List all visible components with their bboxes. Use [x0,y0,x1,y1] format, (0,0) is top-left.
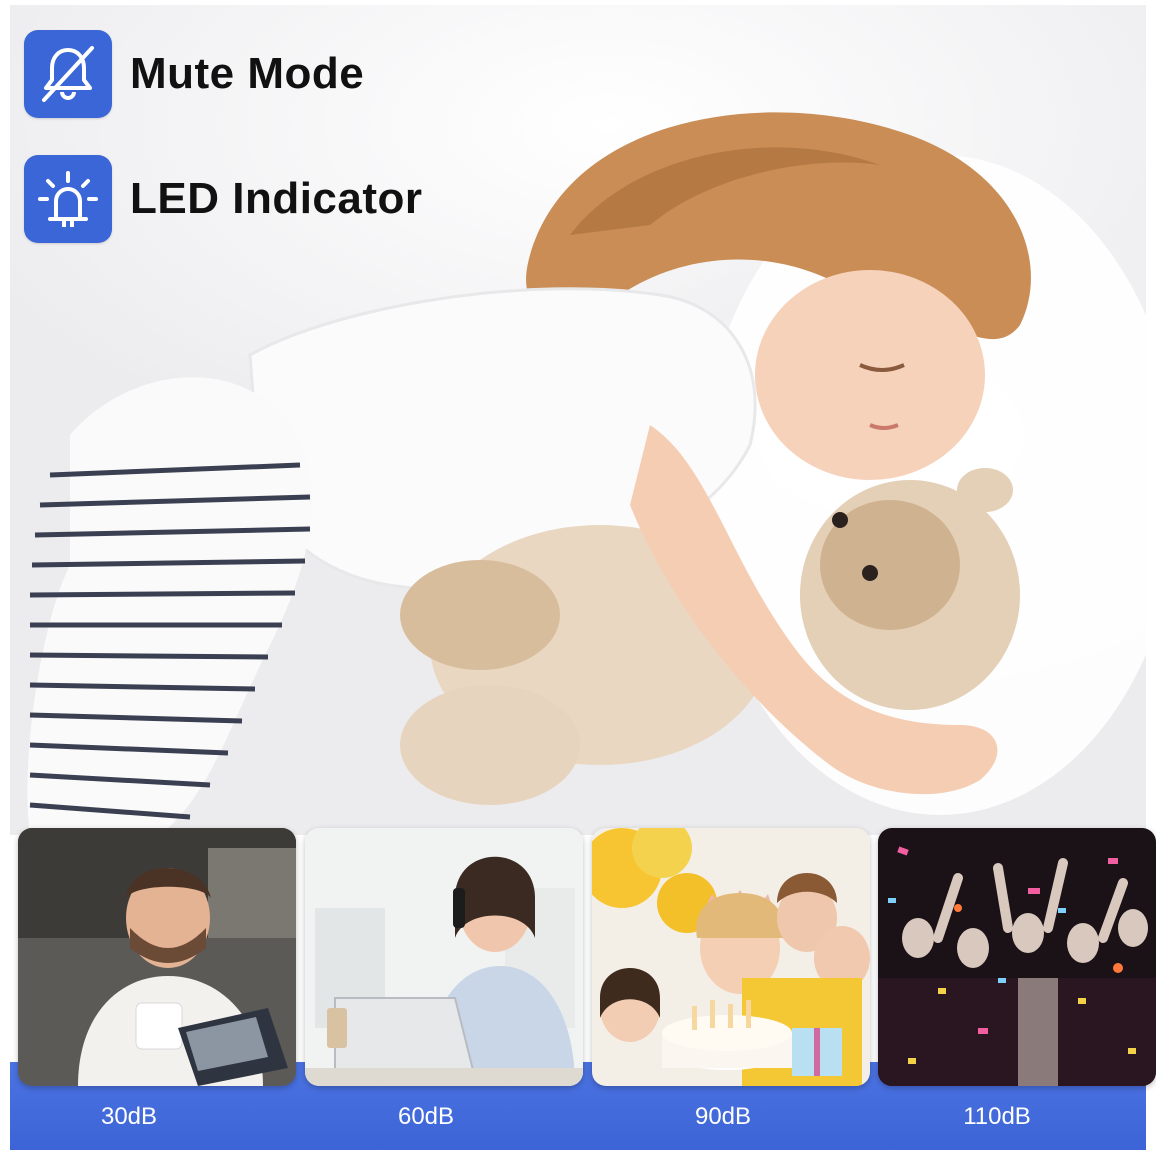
photo-birthday-party [592,828,870,1086]
noise-level-label-60db: 60dB [397,1103,455,1130]
feature-led-indicator: LED Indicator [24,155,423,243]
photo-man-reading [18,828,296,1086]
photo-party-confetti [878,828,1156,1086]
product-image: Mute Mode LED Indicator 30dB 60dB 90dB 1… [0,0,1156,1152]
feature-label-mute-mode: Mute Mode [130,49,365,98]
sleeping-child-illustration [27,112,1146,835]
noise-tile-30db [18,828,296,1086]
noise-tile-60db [305,828,583,1086]
feature-label-led-indicator: LED Indicator [130,174,423,223]
photo-woman-phone-laptop [305,828,583,1086]
feature-mute-mode: Mute Mode [24,30,364,118]
noise-level-label-30db: 30dB [100,1103,158,1130]
noise-tile-90db [592,828,870,1086]
hero-photo-sleeping-child [10,5,1146,835]
alarm-light-icon [24,155,112,243]
noise-tile-110db [878,828,1156,1086]
noise-level-label-110db: 110dB [963,1103,1031,1130]
bell-muted-icon [24,30,112,118]
noise-level-label-90db: 90dB [694,1103,752,1130]
